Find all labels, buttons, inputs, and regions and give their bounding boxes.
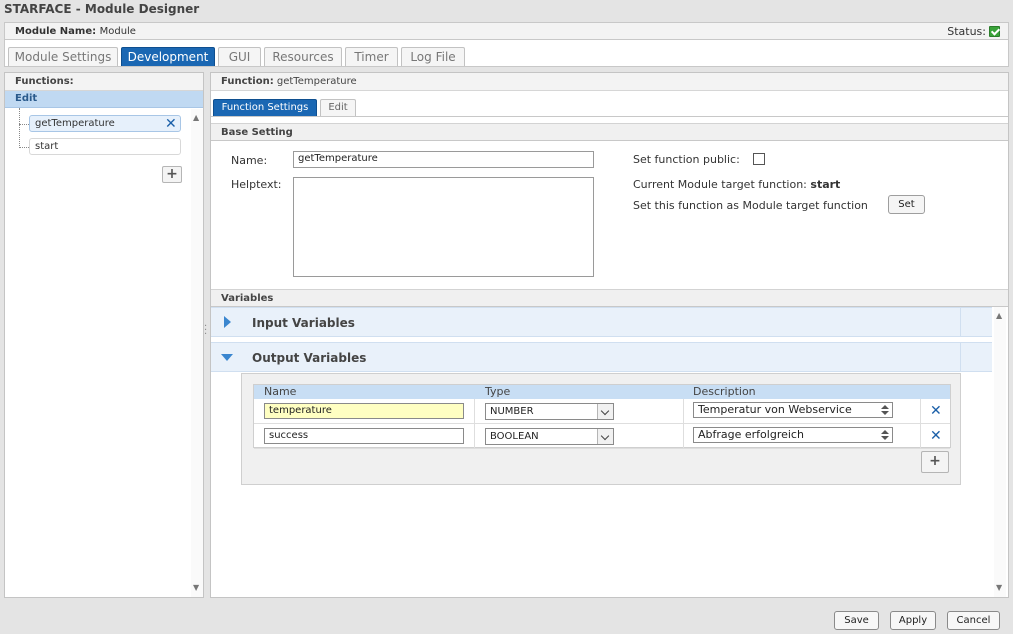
status-label: Status:	[947, 25, 986, 38]
status-check-icon	[989, 26, 1000, 37]
apply-button[interactable]: Apply	[890, 611, 936, 630]
helptext-label: Helptext:	[231, 178, 282, 191]
variable-name-input[interactable]: success	[264, 428, 464, 444]
variables-header: Variables	[211, 289, 1008, 307]
name-input[interactable]: getTemperature	[293, 151, 594, 168]
tab-resources[interactable]: Resources	[264, 47, 342, 66]
function-header-label: Function:	[221, 76, 274, 87]
spinner-icon[interactable]	[880, 404, 890, 416]
add-variable-button[interactable]: +	[921, 451, 949, 473]
column-header-name: Name	[264, 385, 297, 398]
functions-header: Functions:	[5, 73, 203, 91]
column-header-type: Type	[485, 385, 511, 398]
plus-icon: +	[166, 166, 178, 182]
app-title: STARFACE - Module Designer	[4, 2, 200, 16]
subtab-strip: Function Settings Edit	[211, 91, 1008, 117]
tab-timer[interactable]: Timer	[345, 47, 398, 66]
function-item-gettemperature[interactable]: getTemperature	[29, 115, 181, 132]
module-name-value: Module	[99, 26, 136, 37]
function-header-value: getTemperature	[276, 76, 357, 87]
subtab-edit[interactable]: Edit	[320, 99, 356, 116]
cancel-button[interactable]: Cancel	[947, 611, 1000, 630]
scroll-up-icon[interactable]: ▲	[193, 113, 199, 122]
table-header: Name Type Description	[254, 385, 950, 399]
variable-description-input[interactable]: Temperatur von Webservice	[693, 402, 893, 418]
functions-group-edit[interactable]: Edit	[5, 91, 203, 108]
target-function-value: start	[810, 178, 841, 191]
tree-tick	[19, 124, 29, 125]
table-row: temperature NUMBER Temperatur von Webser…	[254, 399, 950, 424]
module-name-label: Module Name:	[15, 26, 97, 37]
spinner-icon[interactable]	[880, 429, 890, 441]
tree-line	[19, 108, 20, 148]
function-item-start[interactable]: start	[29, 138, 181, 155]
output-variables-table: Name Type Description temperature NUMBER…	[253, 384, 951, 449]
subtab-function-settings[interactable]: Function Settings	[213, 99, 317, 116]
variable-type-value: BOOLEAN	[490, 431, 539, 442]
public-checkbox[interactable]	[753, 153, 765, 165]
row-divider	[960, 308, 961, 336]
column-header-description: Description	[693, 385, 756, 398]
input-variables-row[interactable]: Input Variables	[211, 307, 992, 337]
target-function-label: Current Module target function:	[633, 178, 807, 191]
public-label: Set function public:	[633, 153, 740, 166]
base-setting-header: Base Setting	[211, 123, 1008, 141]
title-bar: STARFACE - Module Designer	[0, 0, 1013, 20]
function-item-label: getTemperature	[35, 118, 115, 129]
collapse-arrow-icon[interactable]	[221, 354, 233, 361]
variable-description-value: Temperatur von Webservice	[698, 403, 852, 416]
save-button[interactable]: Save	[834, 611, 879, 630]
tab-module-settings[interactable]: Module Settings	[8, 47, 118, 66]
remove-variable-icon[interactable]: ✕	[930, 429, 942, 443]
scroll-up-icon[interactable]: ▲	[996, 311, 1002, 320]
expand-arrow-icon[interactable]	[224, 316, 231, 328]
name-label: Name:	[231, 154, 268, 167]
tab-log-file[interactable]: Log File	[401, 47, 465, 66]
table-row: success BOOLEAN Abfrage erfolgreich ✕	[254, 424, 950, 449]
variable-name-input[interactable]: temperature	[264, 403, 464, 419]
target-function-text: Current Module target function: start	[633, 178, 840, 191]
output-variables-title: Output Variables	[252, 351, 367, 365]
helptext-textarea[interactable]	[293, 177, 594, 277]
variables-scrollbar[interactable]: ▲ ▼	[994, 307, 1006, 597]
variable-description-input[interactable]: Abfrage erfolgreich	[693, 427, 893, 443]
add-function-button[interactable]: +	[162, 166, 182, 183]
scroll-down-icon[interactable]: ▼	[193, 583, 199, 592]
tree-tick	[19, 147, 29, 148]
set-target-label: Set this function as Module target funct…	[633, 199, 868, 212]
scroll-down-icon[interactable]: ▼	[996, 583, 1002, 592]
function-header: Function: getTemperature	[211, 73, 1008, 91]
variable-type-select[interactable]: NUMBER	[485, 403, 614, 420]
row-divider	[960, 343, 961, 371]
variable-type-value: NUMBER	[490, 406, 534, 417]
module-bar: Module Name: Module Status:	[4, 22, 1009, 40]
tab-gui[interactable]: GUI	[218, 47, 261, 66]
tab-development[interactable]: Development	[121, 47, 215, 66]
plus-icon: +	[929, 453, 941, 469]
module-name: Module Name: Module	[15, 26, 136, 37]
chevron-down-icon	[597, 429, 613, 444]
function-item-label: start	[35, 141, 59, 152]
output-variables-body: Name Type Description temperature NUMBER…	[241, 373, 961, 485]
input-variables-title: Input Variables	[252, 316, 355, 330]
function-panel: Function: getTemperature Function Settin…	[210, 72, 1009, 598]
variable-type-select[interactable]: BOOLEAN	[485, 428, 614, 445]
panel-splitter[interactable]: · · ·	[204, 322, 208, 340]
set-target-button[interactable]: Set	[888, 195, 925, 214]
remove-variable-icon[interactable]: ✕	[930, 404, 942, 418]
variable-description-value: Abfrage erfolgreich	[698, 428, 804, 441]
remove-function-icon[interactable]: ✕	[165, 117, 177, 131]
functions-panel: Functions: Edit getTemperature ✕ start +…	[4, 72, 204, 598]
output-variables-row[interactable]: Output Variables	[211, 342, 992, 372]
functions-scrollbar[interactable]: ▲ ▼	[191, 109, 203, 597]
chevron-down-icon	[597, 404, 613, 419]
